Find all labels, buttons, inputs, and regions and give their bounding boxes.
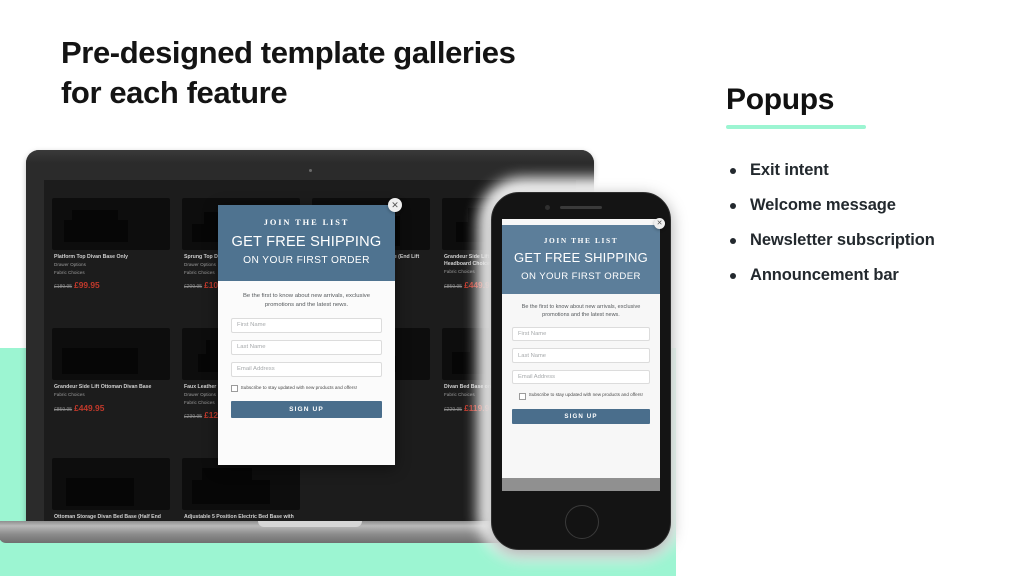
- last-name-field[interactable]: Last Name: [231, 339, 382, 355]
- product-image: [52, 198, 170, 250]
- product-image-shape: [192, 480, 270, 504]
- product-old-price: £859.95: [54, 406, 73, 413]
- bullet-icon: [730, 237, 736, 244]
- product-old-price: £859.95: [444, 283, 463, 290]
- first-name-field[interactable]: First Name: [231, 317, 382, 333]
- phone-mockup: ✕ JOIN THE LIST GET FREE SHIPPING ON YOU…: [491, 192, 671, 550]
- consent-label: Subscribe to stay updated with new produ…: [528, 392, 643, 398]
- feature-list-item-label: Newsletter subscription: [750, 230, 935, 249]
- product-old-price: £229.95: [444, 406, 463, 413]
- product-meta: Ottoman Storage Divan Bed Base (Half End…: [54, 514, 170, 521]
- popup-header: JOIN THE LIST GET FREE SHIPPING ON YOUR …: [502, 225, 660, 294]
- product-sale-price: £449.95: [74, 402, 105, 413]
- feature-list-item: Announcement bar: [726, 266, 1016, 285]
- consent-label: Subscribe to stay updated with new produ…: [240, 384, 357, 390]
- desktop-popup: ✕ JOIN THE LIST GET FREE SHIPPING ON YOU…: [218, 198, 402, 465]
- product-option: Drawer Options: [54, 262, 86, 268]
- feature-list-item-label: Exit intent: [750, 160, 829, 179]
- popup-header: JOIN THE LIST GET FREE SHIPPING ON YOUR …: [218, 205, 395, 282]
- webcam-icon: [308, 169, 312, 172]
- close-icon[interactable]: ✕: [654, 218, 665, 229]
- signup-button[interactable]: SIGN UP: [231, 400, 382, 418]
- feature-list-item-label: Announcement bar: [750, 265, 899, 284]
- product-title: Ottoman Storage Divan Bed Base (Half End…: [54, 514, 161, 520]
- product-price: £189.95 £99.95: [54, 280, 170, 290]
- product-image-shape: [72, 210, 118, 224]
- phone-content-strip: [502, 478, 660, 491]
- popup-subheading: ON YOUR FIRST ORDER: [521, 270, 641, 282]
- popup-eyebrow: JOIN THE LIST: [263, 218, 350, 227]
- product-meta: Adjustable 5 Position Electric Bed Base …: [184, 514, 300, 521]
- consent-row[interactable]: Subscribe to stay updated with new produ…: [512, 392, 650, 400]
- page-title-line-2: for each feature: [61, 74, 288, 110]
- mobile-popup: ✕ JOIN THE LIST GET FREE SHIPPING ON YOU…: [502, 218, 665, 435]
- feature-panel-title: Popups: [726, 83, 835, 116]
- popup-subheading: ON YOUR FIRST ORDER: [243, 255, 370, 267]
- phone-camera-icon: [545, 205, 550, 210]
- page-title: Pre-designed template galleries for each…: [61, 33, 681, 112]
- popup-heading: GET FREE SHIPPING: [231, 234, 382, 250]
- product-option: Fabric Choices: [54, 269, 85, 275]
- popup-body: Be the first to know about new arrivals,…: [502, 293, 660, 435]
- product-image: [52, 328, 170, 380]
- product-meta: Platform Top Divan Base Only Drawer Optio…: [54, 254, 170, 290]
- product-image-shape: [62, 348, 138, 374]
- first-name-field[interactable]: First Name: [512, 326, 650, 342]
- bullet-icon: [730, 272, 736, 279]
- product-option: Fabric Choices: [54, 392, 85, 398]
- product-price: £859.95£449.95: [54, 403, 170, 413]
- popup-eyebrow: JOIN THE LIST: [543, 236, 619, 245]
- title-underline: [726, 124, 866, 129]
- email-field[interactable]: Email Address: [231, 361, 382, 377]
- product-title: Adjustable 5 Position Electric Bed Base …: [184, 514, 294, 520]
- last-name-field[interactable]: Last Name: [512, 348, 650, 363]
- product-old-price: £189.95: [54, 284, 73, 291]
- consent-checkbox[interactable]: [231, 385, 238, 392]
- product-title: Platform Top Divan Base Only: [54, 254, 128, 260]
- product-title: Grandeur Side Lift Ottoman Divan Base: [54, 384, 152, 390]
- product-image: [52, 458, 170, 510]
- close-icon[interactable]: ✕: [388, 198, 402, 212]
- feature-list-item: Welcome message: [726, 196, 1016, 215]
- popup-body-text: Be the first to know about new arrivals,…: [521, 303, 641, 319]
- feature-list-item-label: Welcome message: [750, 195, 896, 214]
- product-image-shape: [202, 468, 252, 482]
- popup-body-text: Be the first to know about new arrivals,…: [242, 293, 371, 309]
- feature-list: Exit intent Welcome message Newsletter sub…: [726, 161, 1016, 285]
- page-title-line-1: Pre-designed template galleries: [61, 35, 516, 70]
- product-image-shape: [66, 478, 134, 506]
- product-old-price: £239.95: [184, 414, 203, 421]
- product-sale-price: £99.95: [74, 280, 100, 291]
- email-field[interactable]: Email Address: [512, 369, 650, 385]
- consent-row[interactable]: Subscribe to stay updated with new produ…: [231, 385, 382, 392]
- feature-panel: Popups Exit intent Welcome message Newslet…: [726, 84, 1016, 301]
- bullet-icon: [730, 167, 736, 174]
- popup-heading: GET FREE SHIPPING: [514, 250, 648, 265]
- popup-body: Be the first to know about new arrivals,…: [218, 281, 395, 430]
- home-button[interactable]: [565, 505, 599, 539]
- product-old-price: £209.95: [184, 284, 203, 291]
- signup-button[interactable]: SIGN UP: [512, 408, 650, 424]
- feature-list-item: Newsletter subscription: [726, 231, 1016, 250]
- feature-list-item: Exit intent: [726, 161, 1016, 180]
- product-image: [182, 458, 300, 510]
- laptop-notch: [258, 521, 362, 527]
- phone-speaker: [560, 206, 602, 210]
- consent-checkbox[interactable]: [519, 392, 526, 400]
- bullet-icon: [730, 202, 736, 209]
- product-meta: Grandeur Side Lift Ottoman Divan Base Fab…: [54, 384, 170, 413]
